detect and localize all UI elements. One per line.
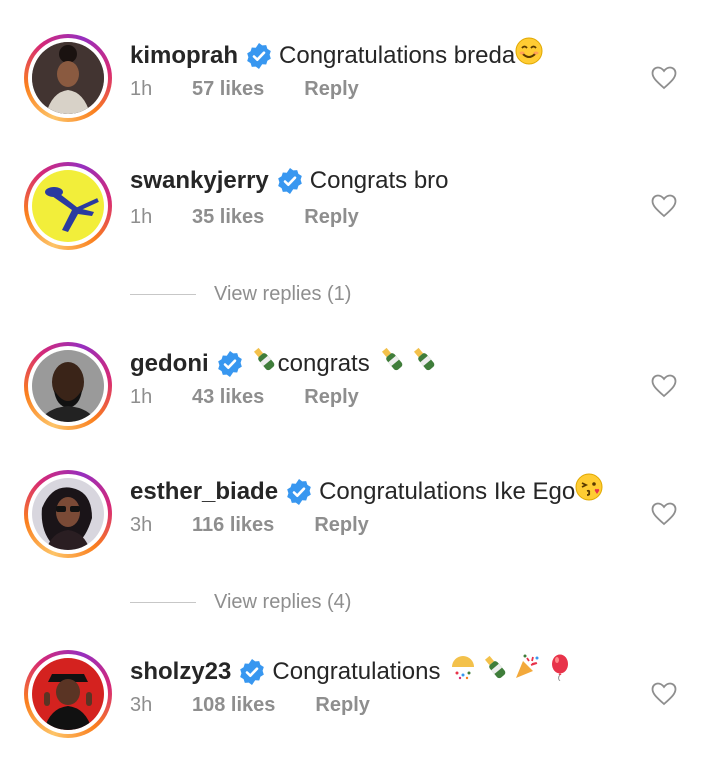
verified-badge-icon xyxy=(238,658,266,686)
kissing-face-icon xyxy=(575,473,603,510)
comment-text: Congratulations Ike Ego xyxy=(319,477,576,505)
avatar[interactable] xyxy=(24,470,112,558)
username[interactable]: esther_biade xyxy=(130,476,278,508)
comment-item: swankyjerry Congrats bro 1h 35 likes Rep… xyxy=(0,162,720,272)
comment-text: Congratulations breda xyxy=(279,41,516,69)
divider xyxy=(130,293,196,295)
avatar[interactable] xyxy=(24,162,112,250)
timestamp: 3h xyxy=(130,694,153,716)
avatar[interactable] xyxy=(24,650,112,738)
champagne-bottle-icon xyxy=(378,345,406,382)
comment-item: sholzy23 Congratulations 3h 108 likes Re… xyxy=(0,650,720,760)
view-replies-label[interactable]: View replies (1) xyxy=(214,283,351,306)
verified-badge-icon xyxy=(276,167,304,195)
comment-text: Congrats bro xyxy=(309,167,449,194)
timestamp: 1h xyxy=(130,206,153,228)
likes-count[interactable]: 116 likes xyxy=(192,514,274,537)
timestamp: 3h xyxy=(130,514,153,536)
verified-badge-icon xyxy=(245,42,273,70)
view-replies-label[interactable]: View replies (4) xyxy=(214,591,351,614)
reply-button[interactable]: Reply xyxy=(315,694,369,717)
timestamp: 1h xyxy=(130,386,153,408)
champagne-bottle-icon xyxy=(250,345,278,382)
reply-button[interactable]: Reply xyxy=(304,386,358,409)
heart-icon[interactable] xyxy=(651,66,677,90)
username[interactable]: kimoprah xyxy=(130,40,238,72)
reply-button[interactable]: Reply xyxy=(304,206,358,229)
avatar[interactable] xyxy=(24,342,112,430)
comment-item: gedoni congrats 1h 43 likes Reply xyxy=(0,342,720,452)
confetti-ball-icon xyxy=(449,653,477,690)
verified-badge-icon xyxy=(285,478,313,506)
comment-text: congrats xyxy=(277,349,370,377)
view-replies-button[interactable]: View replies (1) xyxy=(130,279,530,309)
heart-icon[interactable] xyxy=(651,374,677,398)
timestamp: 1h xyxy=(130,78,153,100)
smiling-face-icon xyxy=(515,37,543,74)
reply-button[interactable]: Reply xyxy=(304,78,358,101)
verified-badge-icon xyxy=(216,350,244,378)
heart-icon[interactable] xyxy=(651,682,677,706)
likes-count[interactable]: 108 likes xyxy=(192,694,275,717)
username[interactable]: swankyjerry xyxy=(130,165,269,197)
avatar[interactable] xyxy=(24,34,112,122)
comment-item: esther_biade Congratulations Ike Ego 3h … xyxy=(0,470,720,580)
heart-icon[interactable] xyxy=(651,194,677,218)
divider xyxy=(130,601,196,603)
champagne-bottle-icon xyxy=(481,653,509,690)
username[interactable]: gedoni xyxy=(130,348,209,380)
comment-item: kimoprah Congratulations breda 1h 57 lik… xyxy=(0,34,720,144)
view-replies-button[interactable]: View replies (4) xyxy=(130,587,530,617)
champagne-bottle-icon xyxy=(410,345,438,382)
heart-icon[interactable] xyxy=(651,502,677,526)
balloon-icon xyxy=(545,653,573,690)
party-popper-icon xyxy=(513,653,541,690)
likes-count[interactable]: 35 likes xyxy=(192,206,264,229)
likes-count[interactable]: 57 likes xyxy=(192,78,264,101)
comment-text: Congratulations xyxy=(272,657,441,685)
reply-button[interactable]: Reply xyxy=(314,514,368,537)
username[interactable]: sholzy23 xyxy=(130,656,231,688)
likes-count[interactable]: 43 likes xyxy=(192,386,264,409)
